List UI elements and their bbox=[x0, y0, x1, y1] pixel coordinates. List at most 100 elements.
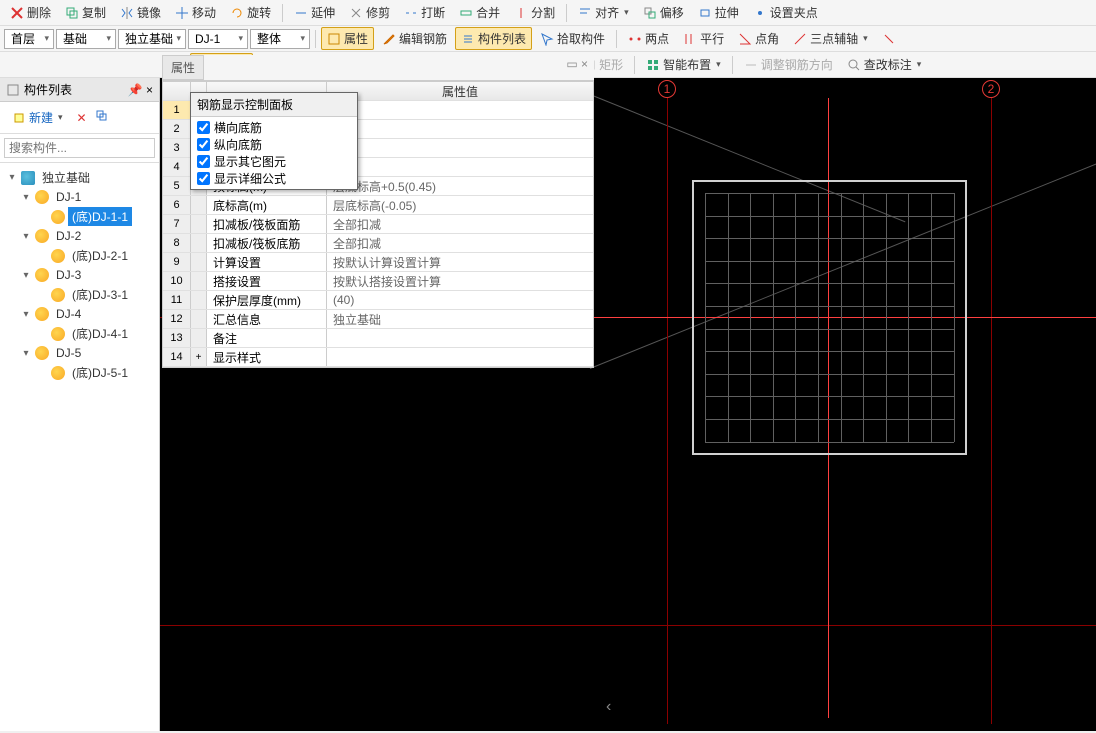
property-value[interactable] bbox=[327, 120, 593, 138]
property-row[interactable]: 11 保护层厚度(mm) (40) bbox=[163, 291, 593, 310]
offset-icon bbox=[643, 6, 657, 20]
edit-rebar-button[interactable]: 编辑钢筋 bbox=[376, 27, 453, 50]
floor-combo[interactable]: 首层 bbox=[4, 29, 54, 49]
panel-tool-copy[interactable] bbox=[95, 109, 109, 126]
rebar-checkbox[interactable] bbox=[197, 172, 210, 185]
property-value[interactable] bbox=[327, 348, 593, 366]
property-row[interactable]: 6 底标高(m) 层底标高(-0.05) bbox=[163, 196, 593, 215]
move-button[interactable]: 移动 bbox=[169, 1, 222, 24]
tree-dj5-1[interactable]: (底)DJ-5-1 bbox=[4, 362, 155, 383]
property-value[interactable]: (40) bbox=[327, 291, 593, 309]
twopoint-icon bbox=[628, 32, 642, 46]
search-input[interactable] bbox=[4, 138, 155, 158]
adjust-rebar-button: 调整钢筋方向 bbox=[738, 53, 839, 76]
property-value[interactable]: 独立基础 bbox=[327, 310, 593, 328]
property-tab[interactable]: 属性 bbox=[162, 55, 204, 80]
stretch-button[interactable]: 拉伸 bbox=[692, 1, 745, 24]
mirror-button[interactable]: 镜像 bbox=[114, 1, 167, 24]
panel-title-text: 构件列表 bbox=[24, 81, 72, 98]
property-button[interactable]: 属性 bbox=[321, 27, 374, 50]
tree-dj2[interactable]: ▾DJ-2 bbox=[4, 227, 155, 245]
two-point-button[interactable]: 两点 bbox=[622, 27, 675, 50]
property-name: 计算设置 bbox=[207, 253, 327, 271]
property-row[interactable]: 9 计算设置 按默认计算设置计算 bbox=[163, 253, 593, 272]
copy-button[interactable]: 复制 bbox=[59, 1, 112, 24]
folder-icon bbox=[21, 171, 35, 185]
tree-dj3-1[interactable]: (底)DJ-3-1 bbox=[4, 284, 155, 305]
tree-dj3[interactable]: ▾DJ-3 bbox=[4, 266, 155, 284]
subcategory-combo[interactable]: 独立基础 bbox=[118, 29, 186, 49]
property-value[interactable] bbox=[327, 101, 593, 119]
panel-title-bar: 构件列表 📌 × bbox=[0, 78, 159, 102]
merge-icon bbox=[459, 6, 473, 20]
panel-toolbar: 新建 ✕ bbox=[0, 102, 159, 134]
tree-dj1[interactable]: ▾DJ-1 bbox=[4, 188, 155, 206]
property-row[interactable]: 13 备注 bbox=[163, 329, 593, 348]
property-row[interactable]: 8 扣减板/筏板底筋 全部扣减 bbox=[163, 234, 593, 253]
property-row[interactable]: 14 + 显示样式 bbox=[163, 348, 593, 367]
rebar-check-item[interactable]: 显示详细公式 bbox=[193, 170, 355, 187]
tree-dj2-1[interactable]: (底)DJ-2-1 bbox=[4, 245, 155, 266]
rotate-icon bbox=[230, 6, 244, 20]
split-button[interactable]: 分割 bbox=[508, 1, 561, 24]
tree-dj4-1[interactable]: (底)DJ-4-1 bbox=[4, 323, 155, 344]
property-value[interactable]: 按默认计算设置计算 bbox=[327, 253, 593, 271]
more-axis-button[interactable] bbox=[876, 29, 902, 49]
property-value[interactable] bbox=[327, 139, 593, 157]
tree-dj4[interactable]: ▾DJ-4 bbox=[4, 305, 155, 323]
three-aux-axis-button[interactable]: 三点辅轴 bbox=[787, 27, 874, 50]
break-icon bbox=[404, 6, 418, 20]
property-name: 扣减板/筏板面筋 bbox=[207, 215, 327, 233]
rebar-check-item[interactable]: 显示其它图元 bbox=[193, 153, 355, 170]
setgrip-button[interactable]: 设置夹点 bbox=[747, 1, 824, 24]
move-icon bbox=[175, 6, 189, 20]
panel-tool-x[interactable]: ✕ bbox=[77, 111, 87, 125]
merge-button[interactable]: 合并 bbox=[453, 1, 506, 24]
parallel-button[interactable]: 平行 bbox=[677, 27, 730, 50]
rotate-button[interactable]: 旋转 bbox=[224, 1, 277, 24]
smart-layout-button[interactable]: 智能布置 bbox=[640, 53, 727, 76]
member-combo[interactable]: DJ-1 bbox=[188, 29, 248, 49]
point-angle-button[interactable]: 点角 bbox=[732, 27, 785, 50]
rebar-checkbox[interactable] bbox=[197, 121, 210, 134]
delete-button[interactable]: 删除 bbox=[4, 1, 57, 24]
view-combo[interactable]: 整体 bbox=[250, 29, 310, 49]
footing-rebar-grid: document.write(Array.from({length:12},(_… bbox=[705, 193, 954, 442]
property-row[interactable]: 12 汇总信息 独立基础 bbox=[163, 310, 593, 329]
split-icon bbox=[514, 6, 528, 20]
member-icon bbox=[35, 346, 49, 360]
new-button[interactable]: 新建 bbox=[6, 106, 69, 129]
property-value[interactable]: 全部扣减 bbox=[327, 215, 593, 233]
trim-button[interactable]: 修剪 bbox=[343, 1, 396, 24]
break-button[interactable]: 打断 bbox=[398, 1, 451, 24]
property-value[interactable] bbox=[327, 158, 593, 176]
property-row[interactable]: 7 扣减板/筏板面筋 全部扣减 bbox=[163, 215, 593, 234]
rebar-check-item[interactable]: 横向底筋 bbox=[193, 119, 355, 136]
property-value[interactable] bbox=[327, 329, 593, 347]
tree-root[interactable]: ▾独立基础 bbox=[4, 167, 155, 188]
property-close[interactable]: ▭ × bbox=[560, 55, 594, 80]
align-button[interactable]: 对齐 bbox=[572, 1, 635, 24]
property-name: 显示样式 bbox=[207, 348, 327, 366]
rebar-check-item[interactable]: 纵向底筋 bbox=[193, 136, 355, 153]
member-list-button[interactable]: 构件列表 bbox=[455, 27, 532, 50]
extend-button[interactable]: 延伸 bbox=[288, 1, 341, 24]
property-value[interactable]: 全部扣减 bbox=[327, 234, 593, 252]
collapse-handle[interactable]: ‹ bbox=[606, 698, 611, 716]
member-icon bbox=[35, 307, 49, 321]
property-name: 备注 bbox=[207, 329, 327, 347]
property-value[interactable]: 按默认搭接设置计算 bbox=[327, 272, 593, 290]
property-row[interactable]: 10 搭接设置 按默认搭接设置计算 bbox=[163, 272, 593, 291]
property-value[interactable]: 层底标高+0.5(0.45) bbox=[327, 177, 593, 195]
rebar-checkbox[interactable] bbox=[197, 138, 210, 151]
tree-dj1-1[interactable]: (底)DJ-1-1 bbox=[4, 206, 155, 227]
category-combo[interactable]: 基础 bbox=[56, 29, 116, 49]
pick-member-button[interactable]: 拾取构件 bbox=[534, 27, 611, 50]
member-tree[interactable]: ▾独立基础 ▾DJ-1 (底)DJ-1-1 ▾DJ-2 (底)DJ-2-1 ▾D… bbox=[0, 163, 159, 731]
rebar-checkbox[interactable] bbox=[197, 155, 210, 168]
offset-button[interactable]: 偏移 bbox=[637, 1, 690, 24]
panel-icon bbox=[6, 83, 20, 97]
check-annot-button[interactable]: 查改标注 bbox=[841, 53, 928, 76]
property-value[interactable]: 层底标高(-0.05) bbox=[327, 196, 593, 214]
tree-dj5[interactable]: ▾DJ-5 bbox=[4, 344, 155, 362]
